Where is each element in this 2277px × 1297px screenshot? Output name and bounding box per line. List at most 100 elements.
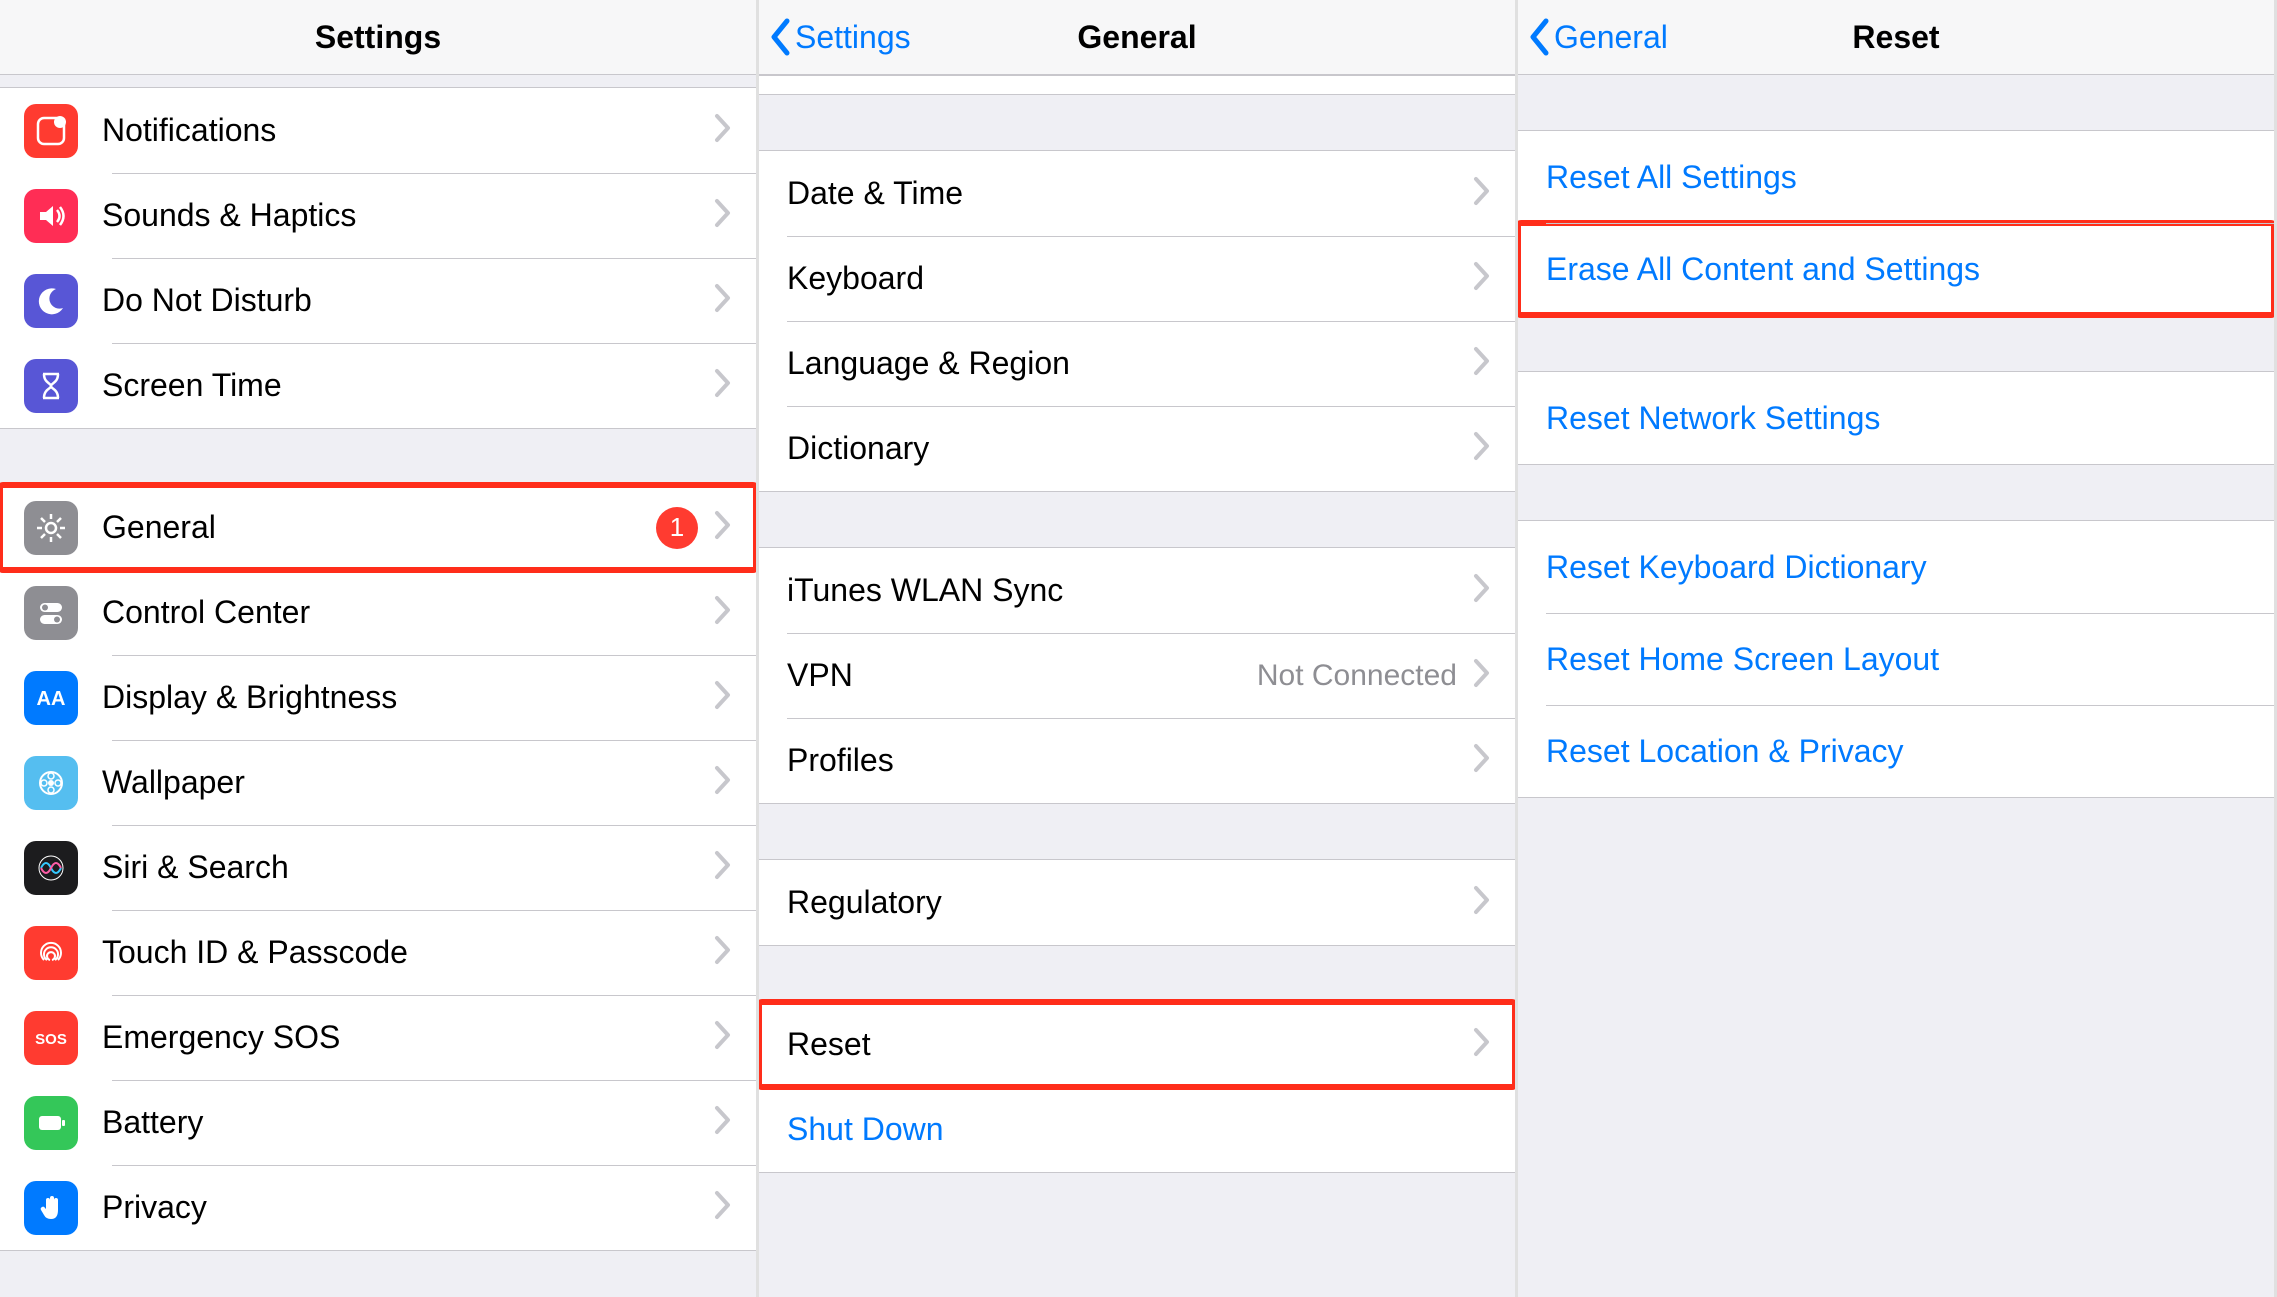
row-reset[interactable]: Reset (759, 1002, 1515, 1087)
row-label: Notifications (102, 112, 714, 149)
row-label: iTunes WLAN Sync (787, 572, 1473, 609)
row-display[interactable]: Display & Brightness (0, 655, 756, 740)
reset-group-2: Reset Network Settings (1518, 371, 2274, 465)
chevron-right-icon (714, 510, 732, 545)
row-resetkeyboard[interactable]: Reset Keyboard Dictionary (1518, 521, 2274, 613)
row-label: Date & Time (787, 175, 1473, 212)
gear-icon (24, 501, 78, 555)
row-notifications[interactable]: Notifications (0, 88, 756, 173)
row-profiles[interactable]: Profiles (759, 718, 1515, 803)
row-resethome[interactable]: Reset Home Screen Layout (1518, 613, 2274, 705)
row-label: Reset Home Screen Layout (1546, 641, 2250, 678)
chevron-right-icon (714, 113, 732, 148)
sos-icon (24, 1011, 78, 1065)
row-label: Profiles (787, 742, 1473, 779)
chevron-right-icon (1473, 743, 1491, 778)
row-label: Dictionary (787, 430, 1473, 467)
row-detail: Not Connected (1257, 659, 1457, 693)
row-privacy[interactable]: Privacy (0, 1165, 756, 1250)
row-label: Reset Keyboard Dictionary (1546, 549, 2250, 586)
row-label: Reset (787, 1026, 1473, 1063)
row-eraseall[interactable]: Erase All Content and Settings (1518, 223, 2274, 315)
general-group-1: Date & Time Keyboard Language & Region Dict… (759, 150, 1515, 492)
row-label: Do Not Disturb (102, 282, 714, 319)
row-regulatory[interactable]: Regulatory (759, 860, 1515, 945)
back-label: General (1554, 19, 1668, 56)
navbar-reset: General Reset (1518, 0, 2274, 75)
row-sounds[interactable]: Sounds & Haptics (0, 173, 756, 258)
row-resetlocation[interactable]: Reset Location & Privacy (1518, 705, 2274, 797)
moon-icon (24, 274, 78, 328)
chevron-right-icon (1473, 658, 1491, 693)
chevron-right-icon (714, 935, 732, 970)
row-keyboard[interactable]: Keyboard (759, 236, 1515, 321)
back-label: Settings (795, 19, 911, 56)
row-itunessync[interactable]: iTunes WLAN Sync (759, 548, 1515, 633)
general-content: Date & Time Keyboard Language & Region Dict… (759, 75, 1515, 1297)
row-label: General (102, 509, 656, 546)
chevron-right-icon (714, 1190, 732, 1225)
row-label: Regulatory (787, 884, 1473, 921)
row-screentime[interactable]: Screen Time (0, 343, 756, 428)
row-label: Touch ID & Passcode (102, 934, 714, 971)
row-sos[interactable]: Emergency SOS (0, 995, 756, 1080)
row-dictionary[interactable]: Dictionary (759, 406, 1515, 491)
chevron-right-icon (1473, 1027, 1491, 1062)
chevron-right-icon (714, 1020, 732, 1055)
fingerprint-icon (24, 926, 78, 980)
siri-icon (24, 841, 78, 895)
chevron-right-icon (1473, 261, 1491, 296)
chevron-right-icon (714, 198, 732, 233)
row-label: Reset All Settings (1546, 159, 2250, 196)
row-label: Siri & Search (102, 849, 714, 886)
navbar-settings: Settings (0, 0, 756, 75)
text-size-icon (24, 671, 78, 725)
row-resetall[interactable]: Reset All Settings (1518, 131, 2274, 223)
row-controlcenter[interactable]: Control Center (0, 570, 756, 655)
settings-content: Notifications Sounds & Haptics Do Not Dist… (0, 75, 756, 1297)
row-label: Emergency SOS (102, 1019, 714, 1056)
back-button[interactable]: Settings (769, 18, 911, 56)
chevron-right-icon (1473, 346, 1491, 381)
row-battery[interactable]: Battery (0, 1080, 756, 1165)
reset-panel: General Reset Reset All Settings Erase Al… (1518, 0, 2277, 1297)
chevron-left-icon (769, 18, 791, 56)
back-button[interactable]: General (1528, 18, 1668, 56)
row-general[interactable]: General1 (0, 485, 756, 570)
chevron-right-icon (714, 850, 732, 885)
row-label: Erase All Content and Settings (1546, 251, 2250, 288)
hand-icon (24, 1181, 78, 1235)
hourglass-icon (24, 359, 78, 413)
reset-group-1: Reset All Settings Erase All Content and … (1518, 130, 2274, 316)
row-datetime[interactable]: Date & Time (759, 151, 1515, 236)
row-dnd[interactable]: Do Not Disturb (0, 258, 756, 343)
row-label: Keyboard (787, 260, 1473, 297)
row-siri[interactable]: Siri & Search (0, 825, 756, 910)
row-shutdown[interactable]: Shut Down (759, 1087, 1515, 1172)
chevron-right-icon (714, 765, 732, 800)
chevron-right-icon (714, 283, 732, 318)
notifications-icon (24, 104, 78, 158)
row-wallpaper[interactable]: Wallpaper (0, 740, 756, 825)
chevron-right-icon (714, 680, 732, 715)
chevron-left-icon (1528, 18, 1550, 56)
row-label: Display & Brightness (102, 679, 714, 716)
row-label: Reset Network Settings (1546, 400, 2250, 437)
row-vpn[interactable]: VPNNot Connected (759, 633, 1515, 718)
row-label: Privacy (102, 1189, 714, 1226)
row-touchid[interactable]: Touch ID & Passcode (0, 910, 756, 995)
settings-group-1: Notifications Sounds & Haptics Do Not Dist… (0, 87, 756, 429)
chevron-right-icon (1473, 885, 1491, 920)
chevron-right-icon (714, 595, 732, 630)
chevron-right-icon (1473, 176, 1491, 211)
badge: 1 (656, 507, 698, 549)
sounds-icon (24, 189, 78, 243)
row-resetnetwork[interactable]: Reset Network Settings (1518, 372, 2274, 464)
general-group-3: Regulatory (759, 859, 1515, 946)
settings-panel: Settings Notifications Sounds & Haptics Do… (0, 0, 759, 1297)
row-language[interactable]: Language & Region (759, 321, 1515, 406)
general-group-2: iTunes WLAN Sync VPNNot Connected Profiles (759, 547, 1515, 804)
chevron-right-icon (714, 368, 732, 403)
row-label: Wallpaper (102, 764, 714, 801)
chevron-right-icon (1473, 431, 1491, 466)
